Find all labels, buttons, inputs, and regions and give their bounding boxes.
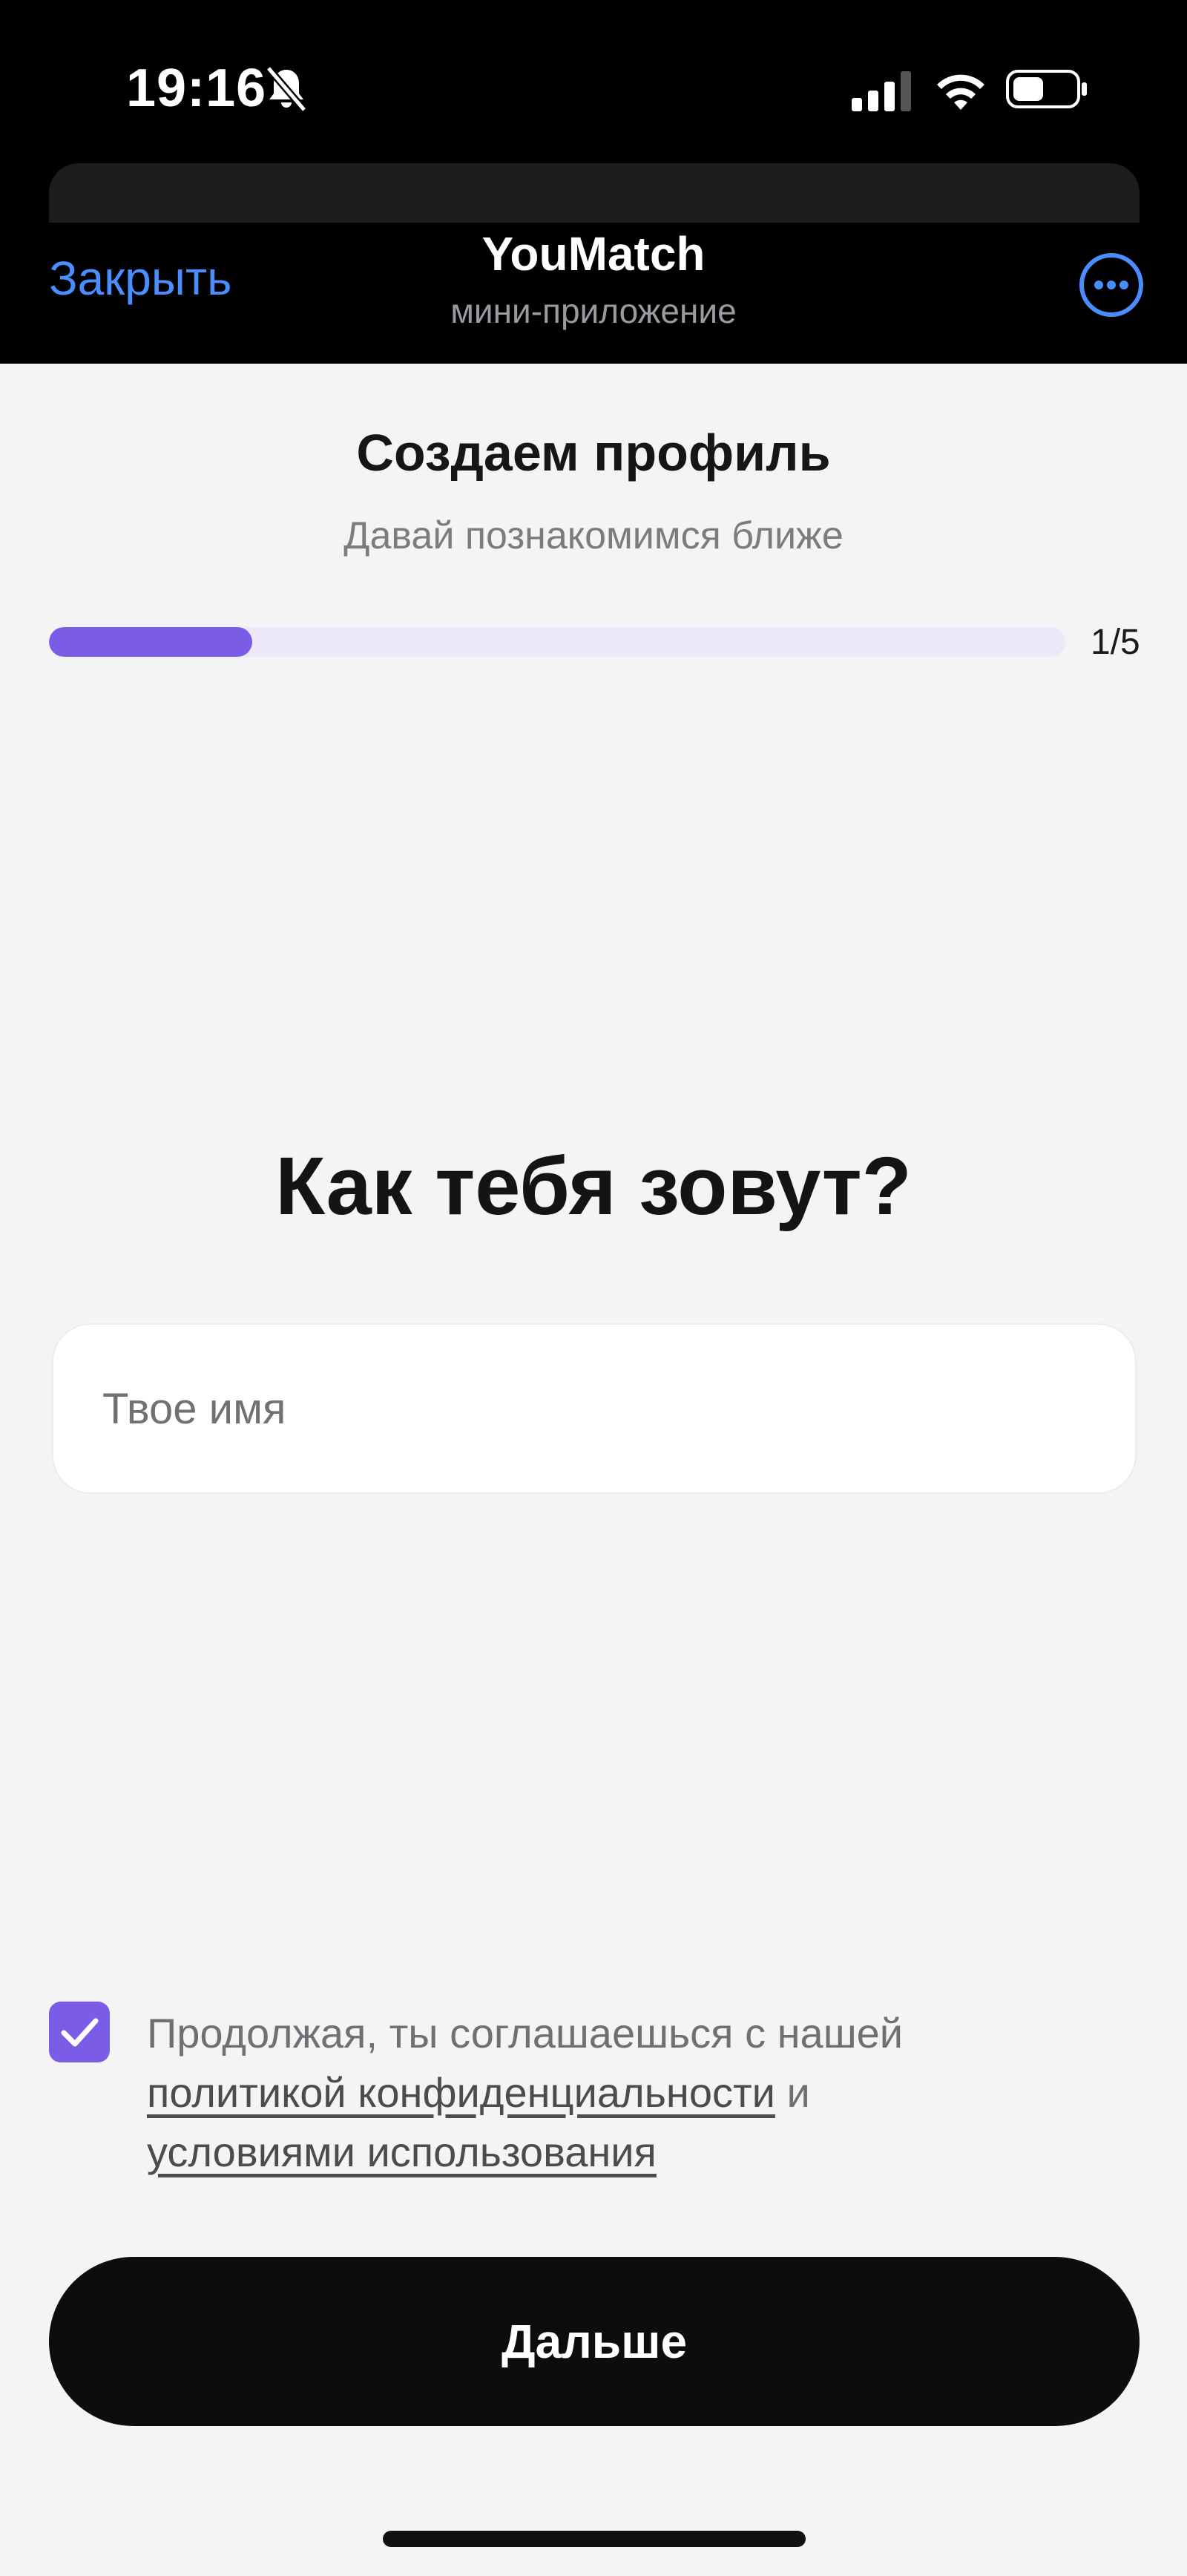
page-heading: Создаем профиль [356, 424, 831, 482]
terms-of-use-link[interactable]: условиями использования [147, 2128, 657, 2175]
consent-checkbox[interactable] [49, 2002, 110, 2062]
wifi-icon [937, 74, 984, 110]
app-subtitle: мини-приложение [450, 292, 737, 330]
next-button[interactable]: Дальше [49, 2257, 1140, 2426]
progress-counter: 1/5 [1091, 623, 1140, 662]
top-bar: 19:16 Закрыть YouMatch мини-приложение [0, 0, 1187, 364]
bell-off-icon [266, 65, 307, 113]
page-subheading: Давай познакомимся ближе [343, 514, 844, 557]
name-input[interactable] [52, 1323, 1137, 1494]
consent-conjunction: и [786, 2069, 810, 2116]
ellipsis-icon [1094, 281, 1128, 289]
sheet-top-edge [49, 163, 1140, 223]
privacy-policy-link[interactable]: политикой конфиденциальности [147, 2069, 775, 2116]
consent-text-before: Продолжая, ты соглашаешься с нашей [147, 2010, 904, 2056]
consent-text: Продолжая, ты соглашаешься с нашей полити… [147, 2004, 1126, 2182]
progress-bar [49, 627, 1065, 657]
app-title: YouMatch [481, 227, 706, 281]
progress-fill [49, 627, 252, 657]
name-question: Как тебя зовут? [275, 1141, 912, 1232]
home-indicator [383, 2531, 806, 2547]
status-time: 19:16 [126, 59, 267, 118]
battery-icon [1006, 70, 1087, 108]
checkmark-icon [61, 2018, 99, 2047]
more-options-button[interactable] [1077, 251, 1145, 319]
signal-icon [852, 71, 911, 111]
